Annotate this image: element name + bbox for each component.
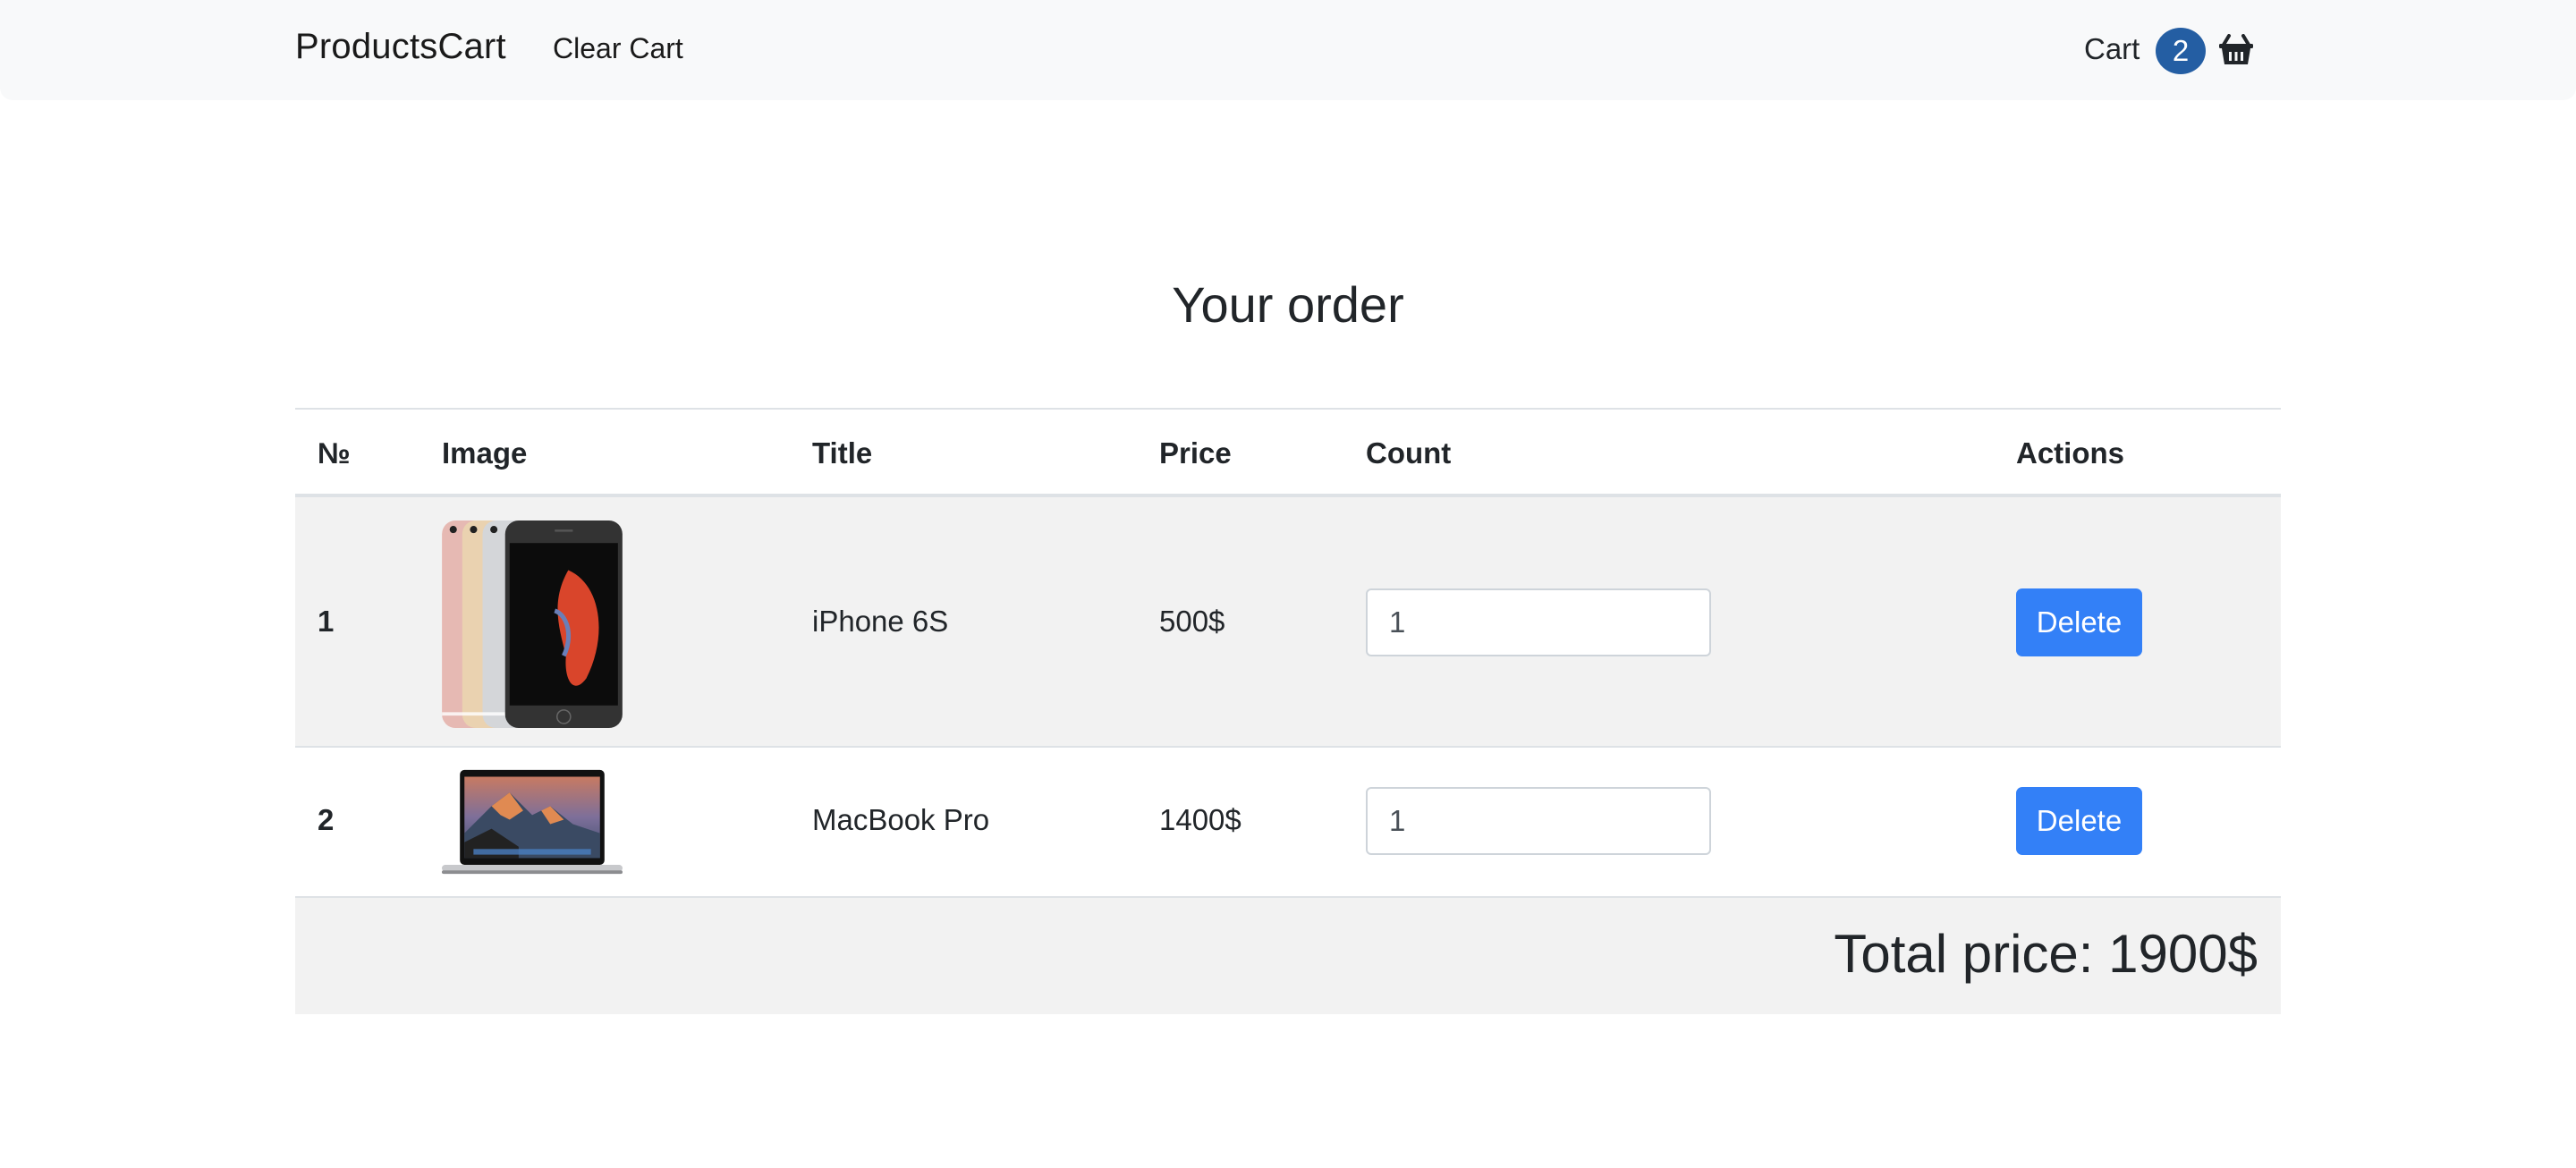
total-price: Total price: 1900$ <box>1834 924 2258 984</box>
product-title: MacBook Pro <box>812 803 990 836</box>
navbar: ProductsCart Clear Cart Cart 2 <box>0 0 2576 100</box>
cart-count-badge: 2 <box>2156 28 2206 74</box>
table-row: 2 MacBook Pro 1400$ 1 Delete <box>295 748 2281 898</box>
column-header-actions: Actions <box>2016 436 2125 470</box>
macbook-pro-image <box>442 769 623 875</box>
column-header-price: Price <box>1159 436 1232 470</box>
page-title: Your order <box>1172 276 1404 333</box>
product-price: 500$ <box>1159 605 1225 638</box>
row-number: 2 <box>318 803 335 836</box>
product-price: 1400$ <box>1159 803 1241 836</box>
cart-label[interactable]: Cart <box>2084 32 2140 66</box>
table-header: № Image Title Price Count Actions <box>295 408 2281 497</box>
iphone-6s-image <box>442 521 623 728</box>
count-input[interactable]: 1 <box>1366 588 1711 656</box>
order-table: № Image Title Price Count Actions 1 iPho… <box>295 408 2281 1014</box>
count-input[interactable]: 1 <box>1366 787 1711 855</box>
basket-icon[interactable] <box>2218 34 2254 66</box>
table-row: 1 iPhone 6S 500$ 1 Delete <box>295 497 2281 748</box>
column-header-title: Title <box>812 436 873 470</box>
column-header-count: Count <box>1366 436 1452 470</box>
delete-button[interactable]: Delete <box>2016 588 2142 656</box>
total-row: Total price: 1900$ <box>295 898 2281 1014</box>
delete-button[interactable]: Delete <box>2016 787 2142 855</box>
column-header-number: № <box>318 436 351 470</box>
product-title: iPhone 6S <box>812 605 949 638</box>
clear-cart-link[interactable]: Clear Cart <box>553 32 683 65</box>
brand-link[interactable]: ProductsCart <box>295 27 506 67</box>
row-number: 1 <box>318 605 335 638</box>
column-header-image: Image <box>442 436 528 470</box>
